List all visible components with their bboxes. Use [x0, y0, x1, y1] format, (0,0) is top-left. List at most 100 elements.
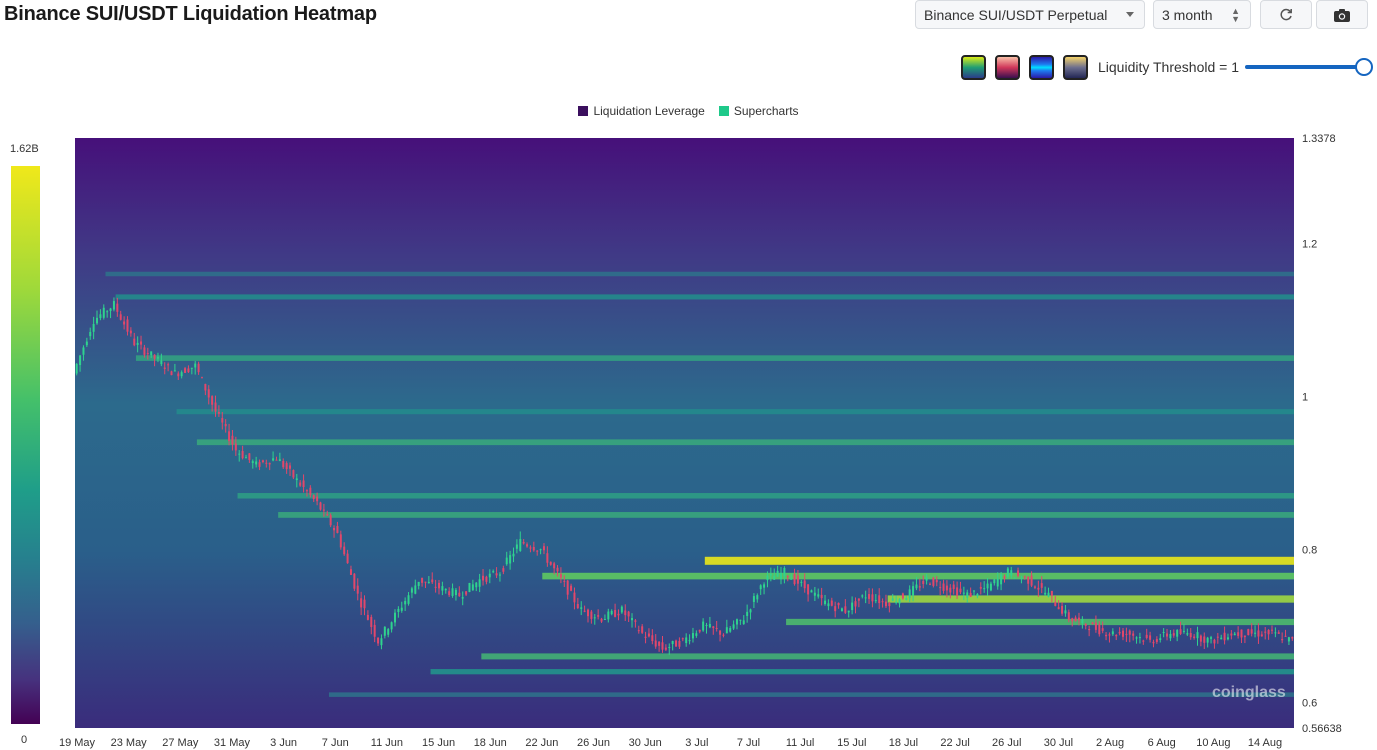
- candle-body: [129, 330, 132, 334]
- candle-body: [214, 402, 217, 412]
- candle-body: [976, 593, 979, 597]
- candle-body: [603, 618, 606, 620]
- candle-body: [1142, 640, 1145, 642]
- candle-body: [1047, 592, 1050, 597]
- candle-body: [593, 617, 596, 619]
- x-tick-label: 11 Jul: [786, 737, 815, 749]
- candle-body: [895, 601, 898, 603]
- candle-body: [644, 636, 647, 638]
- liquidity-band: [176, 409, 1294, 415]
- candle-body: [187, 368, 190, 373]
- candle-body: [905, 598, 908, 600]
- candle-body: [197, 363, 200, 373]
- candle-body: [509, 555, 512, 564]
- candle-body: [1247, 629, 1250, 636]
- candle-body: [1159, 638, 1162, 640]
- candle-body: [735, 619, 738, 625]
- candle-body: [289, 465, 292, 469]
- candle-body: [522, 541, 525, 544]
- candle-body: [664, 647, 667, 650]
- candle-body: [1169, 634, 1172, 639]
- candle-body: [969, 592, 972, 597]
- x-tick-label: 14 Aug: [1248, 737, 1282, 749]
- candle-body: [163, 367, 166, 369]
- candle-body: [492, 571, 495, 573]
- candle-body: [1017, 570, 1020, 576]
- candle-body: [634, 620, 637, 622]
- candle-body: [102, 307, 105, 318]
- x-tick-label: 2 Aug: [1096, 737, 1124, 749]
- candle-body: [231, 435, 234, 445]
- candle-body: [143, 347, 146, 355]
- candle-body: [901, 593, 904, 599]
- candle-body: [1111, 631, 1114, 635]
- candle-body: [939, 587, 942, 589]
- candle-body: [918, 586, 921, 588]
- liquidity-band: [887, 595, 1294, 603]
- candle-body: [790, 578, 793, 580]
- candle-body: [461, 597, 464, 599]
- candle-body: [248, 453, 251, 460]
- candle-body: [813, 592, 816, 596]
- candle-body: [356, 585, 359, 594]
- candle-body: [810, 590, 813, 593]
- candle-body: [360, 598, 363, 608]
- candle-body: [1084, 623, 1087, 626]
- candle-body: [1013, 577, 1016, 579]
- candle-body: [559, 574, 562, 578]
- candle-body: [343, 546, 346, 555]
- candle-body: [119, 314, 122, 320]
- candle-body: [1254, 632, 1257, 634]
- candle-body: [769, 573, 772, 576]
- candle-body: [780, 572, 783, 580]
- candle-body: [993, 579, 996, 584]
- candle-body: [786, 576, 789, 578]
- x-tick-label: 6 Aug: [1148, 737, 1176, 749]
- candle-body: [1240, 629, 1243, 638]
- candle-body: [326, 514, 329, 516]
- candle-body: [140, 341, 143, 345]
- candle-body: [1172, 633, 1175, 636]
- candle-body: [1088, 628, 1091, 631]
- candle-body: [515, 544, 518, 549]
- candle-body: [898, 599, 901, 604]
- candle-body: [204, 383, 207, 391]
- x-tick-label: 11 Jun: [371, 737, 403, 749]
- heatmap-chart[interactable]: 1.3378 1.2 1 0.8 0.6 0.56638 19 May 23 May 27 M…: [0, 0, 1377, 750]
- candle-body: [928, 583, 931, 585]
- candle-body: [275, 459, 278, 461]
- candle-body: [156, 357, 159, 359]
- candle-body: [1118, 631, 1121, 634]
- candle-body: [238, 453, 241, 455]
- candle-body: [1243, 635, 1246, 638]
- candle-body: [1186, 633, 1189, 635]
- candle-body: [1281, 639, 1284, 641]
- x-tick-label: 23 May: [111, 737, 148, 749]
- candle-body: [451, 588, 454, 596]
- candle-body: [959, 588, 962, 593]
- candle-body: [996, 578, 999, 587]
- candle-body: [410, 588, 413, 593]
- candle-body: [295, 478, 298, 481]
- candle-body: [1064, 610, 1067, 614]
- candle-body: [1287, 637, 1290, 642]
- candle-body: [448, 591, 451, 596]
- candle-body: [170, 371, 173, 376]
- candle-body: [1189, 633, 1192, 638]
- candle-body: [1074, 617, 1077, 622]
- candle-body: [546, 553, 549, 563]
- candle-body: [922, 580, 925, 585]
- candle-body: [888, 603, 891, 607]
- candle-body: [824, 600, 827, 605]
- x-tick-label: 10 Aug: [1196, 737, 1230, 749]
- candle-body: [610, 610, 613, 615]
- x-tick-label: 15 Jul: [837, 737, 866, 749]
- candle-body: [190, 367, 193, 369]
- candle-body: [675, 640, 678, 647]
- candle-body: [1149, 635, 1152, 640]
- candle-body: [251, 461, 254, 463]
- candle-body: [783, 568, 786, 577]
- candle-body: [1125, 633, 1128, 635]
- candle-body: [1176, 629, 1179, 637]
- candle-body: [573, 592, 576, 603]
